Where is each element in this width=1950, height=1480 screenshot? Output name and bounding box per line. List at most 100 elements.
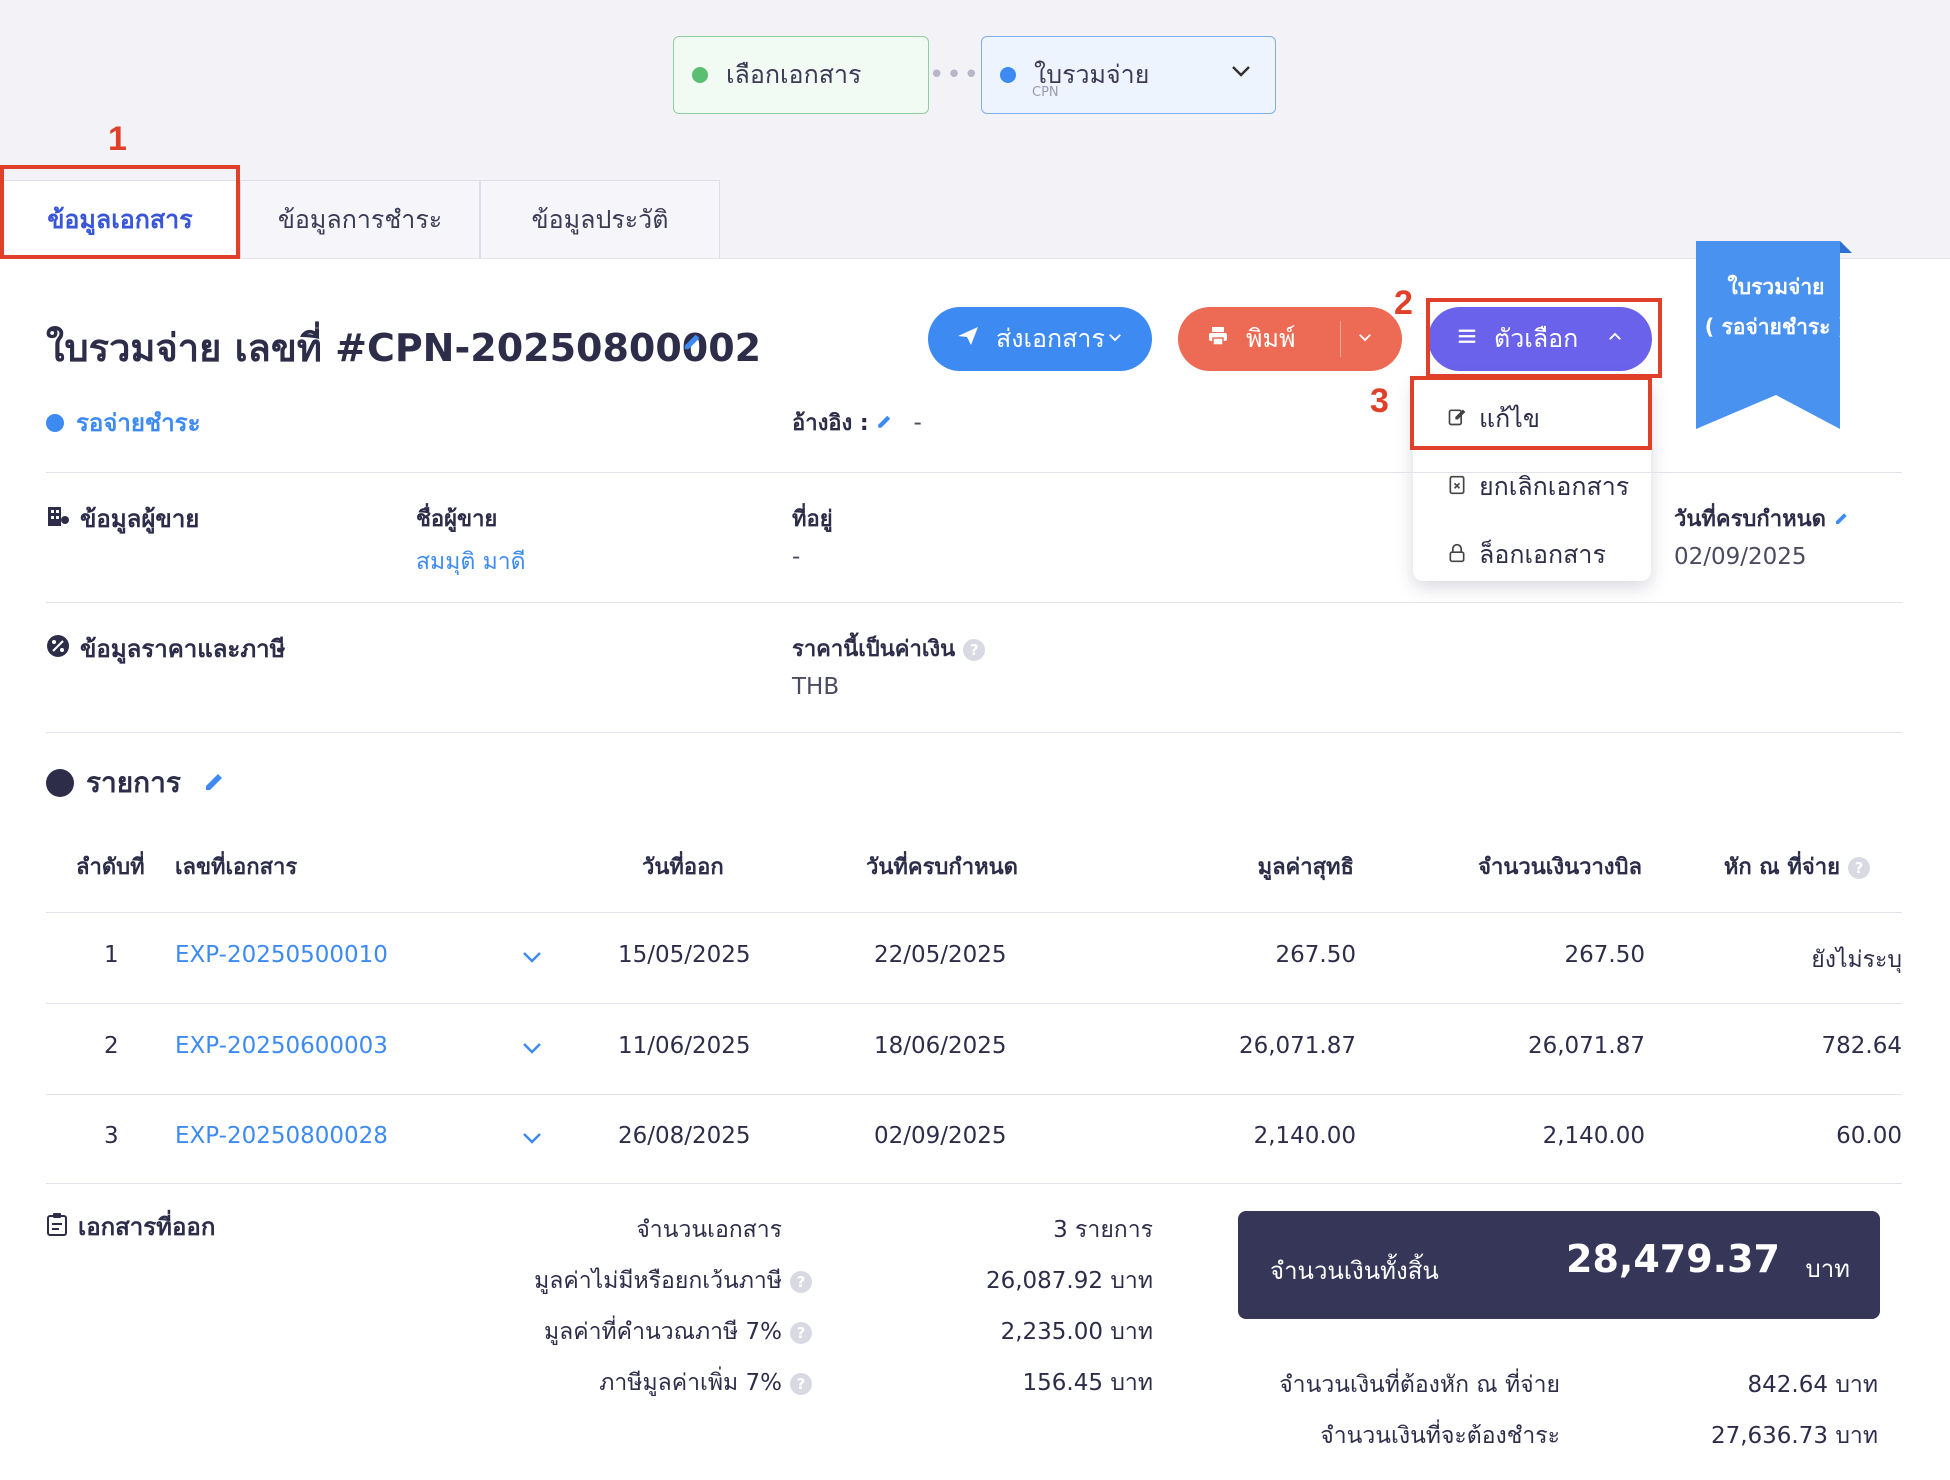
edit-reference-pencil-icon[interactable] [876,407,903,437]
annotation-number-2: 2 [1394,284,1413,322]
withholding-total-label: จำนวนเงินที่ต้องหัก ณ ที่จ่าย [1279,1372,1560,1398]
cell-due-date: 02/09/2025 [874,1123,1007,1149]
vat-label-text: ภาษีมูลค่าเพิ่ม 7% [599,1370,782,1396]
doc-count-label: จำนวนเอกสาร [636,1217,782,1243]
payable-label: จำนวนเงินที่จะต้องชำระ [1320,1423,1560,1449]
cell-withholding: ยังไม่ระบุ [1811,947,1902,973]
currency-label: ราคานี้เป็นค่าเงิน? [792,631,986,666]
menu-item-lock-label: ล็อกเอกสาร [1479,540,1606,569]
seller-name-link[interactable]: สมมุติ มาดี [416,544,526,580]
divider [46,732,1902,733]
reference-label: อ้างอิง : [792,411,869,436]
table-divider [46,1094,1902,1095]
cell-document-link[interactable]: EXP-20250800028 [175,1123,388,1149]
column-header-withholding: หัก ณ ที่จ่าย? [1660,849,1870,884]
expand-row-chevron-icon[interactable] [520,945,544,975]
menu-item-cancel-document[interactable]: ยกเลิกเอกสาร [1413,453,1651,521]
chevron-down-icon [1106,327,1124,352]
step-select-document-label: เลือกเอกสาร [726,60,862,89]
print-button-divider [1340,321,1341,357]
taxable-label-text: มูลค่าที่คำนวณภาษี 7% [543,1319,782,1345]
expand-row-chevron-icon[interactable] [520,1126,544,1156]
send-document-button[interactable]: ส่งเอกสาร [928,307,1152,371]
edit-due-date-pencil-icon[interactable] [1834,503,1850,533]
reference-value: - [913,410,922,436]
table-divider [46,912,1902,913]
help-icon[interactable]: ? [790,1372,812,1395]
issued-documents-title: เอกสารที่ออก [46,1207,215,1246]
seller-name-label: ชื่อผู้ขาย [416,507,498,532]
column-header-issue-date: วันที่ออก [642,855,724,880]
seller-section-label: ข้อมูลผู้ขาย [80,505,200,533]
tab-history-info[interactable]: ข้อมูลประวัติ [480,180,720,258]
menu-item-edit[interactable]: แก้ไข [1413,385,1651,453]
column-header-no: ลำดับที่ [76,855,145,880]
issued-documents-label: เอกสารที่ออก [78,1213,216,1241]
table-divider [46,1183,1902,1184]
withholding-total-value: 842.64 บาท [1747,1372,1878,1398]
cell-withholding: 60.00 [1836,1123,1902,1149]
status-dot [46,413,64,432]
currency-value: THB [792,674,840,700]
vat-label: ภาษีมูลค่าเพิ่ม 7%? [440,1365,812,1401]
step-select-document[interactable]: เลือกเอกสาร [673,36,929,114]
cell-no: 1 [104,942,119,968]
taxable-value: 2,235.00 บาท [1000,1319,1153,1345]
column-header-billed-amount: จำนวนเงินวางบิล [1478,855,1642,880]
cell-issue-date: 15/05/2025 [618,942,751,968]
cell-net-value: 267.50 [1275,942,1356,968]
table-divider [46,1003,1902,1004]
cell-net-value: 2,140.00 [1253,1123,1356,1149]
help-icon[interactable]: ? [790,1270,812,1293]
tab-document-info[interactable]: ข้อมูลเอกสาร [0,180,240,258]
price-section-label: ข้อมูลราคาและภาษี [80,635,286,663]
taxable-label: มูลค่าที่คำนวณภาษี 7%? [440,1314,812,1350]
grand-total-unit: บาท [1805,1255,1850,1283]
printer-icon [1206,324,1230,354]
print-button[interactable]: พิมพ์ [1178,307,1402,371]
help-icon[interactable]: ? [963,639,986,661]
options-button[interactable]: ตัวเลือก [1428,307,1652,371]
currency-label-text: ราคานี้เป็นค่าเงิน [792,637,956,662]
nontax-label: มูลค่าไม่มีหรือยกเว้นภาษี? [440,1263,812,1299]
column-header-document-no: เลขที่เอกสาร [175,855,298,880]
cell-issue-date: 26/08/2025 [618,1123,751,1149]
edit-items-pencil-icon[interactable] [203,767,227,800]
step-done-dot [692,67,708,83]
building-icon [46,504,70,534]
nontax-value: 26,087.92 บาท [985,1268,1153,1294]
ribbon-status: ( รอจ่ายชำระ ) [1704,315,1848,339]
status-ribbon: ใบรวมจ่าย ( รอจ่ายชำระ ) [1696,241,1856,431]
column-header-due-date: วันที่ครบกำหนด [866,855,1018,880]
cell-billed-amount: 267.50 [1564,942,1645,968]
print-label: พิมพ์ [1246,324,1296,353]
tab-payment-info[interactable]: ข้อมูลการชำระ [240,180,480,258]
annotation-number-3: 3 [1370,382,1389,420]
cell-due-date: 18/06/2025 [874,1033,1007,1059]
help-icon[interactable]: ? [1848,857,1870,879]
menu-item-cancel-label: ยกเลิกเอกสาร [1479,472,1630,501]
step-payment-voucher[interactable]: ใบรวมจ่าย CPN [981,36,1276,114]
chevron-down-icon[interactable] [1356,327,1374,352]
edit-title-pencil-icon[interactable] [682,329,704,359]
edit-document-icon [1447,407,1467,432]
due-date-value: 02/09/2025 [1674,544,1807,570]
help-icon[interactable]: ? [790,1321,812,1344]
column-header-net-value: มูลค่าสุทธิ [1257,855,1354,880]
cell-net-value: 26,071.87 [1238,1033,1356,1059]
cell-document-link[interactable]: EXP-20250600003 [175,1033,388,1059]
options-label: ตัวเลือก [1494,324,1579,353]
step-separator: ••• [929,60,982,90]
address-value: - [792,544,801,570]
due-date-label: วันที่ครบกำหนด [1674,501,1850,536]
menu-icon [1456,325,1478,353]
cell-document-link[interactable]: EXP-20250500010 [175,942,388,968]
menu-item-lock-document[interactable]: ล็อกเอกสาร [1413,521,1651,589]
items-title-label: รายการ [86,766,181,799]
chevron-down-icon[interactable] [1229,59,1253,90]
cell-due-date: 22/05/2025 [874,942,1007,968]
page-title: ใบรวมจ่าย เลขที่ #CPN-20250800002 [46,326,762,370]
expand-row-chevron-icon[interactable] [520,1036,544,1066]
seller-section-title: ข้อมูลผู้ขาย [46,499,199,538]
step-current-dot [1000,67,1016,83]
